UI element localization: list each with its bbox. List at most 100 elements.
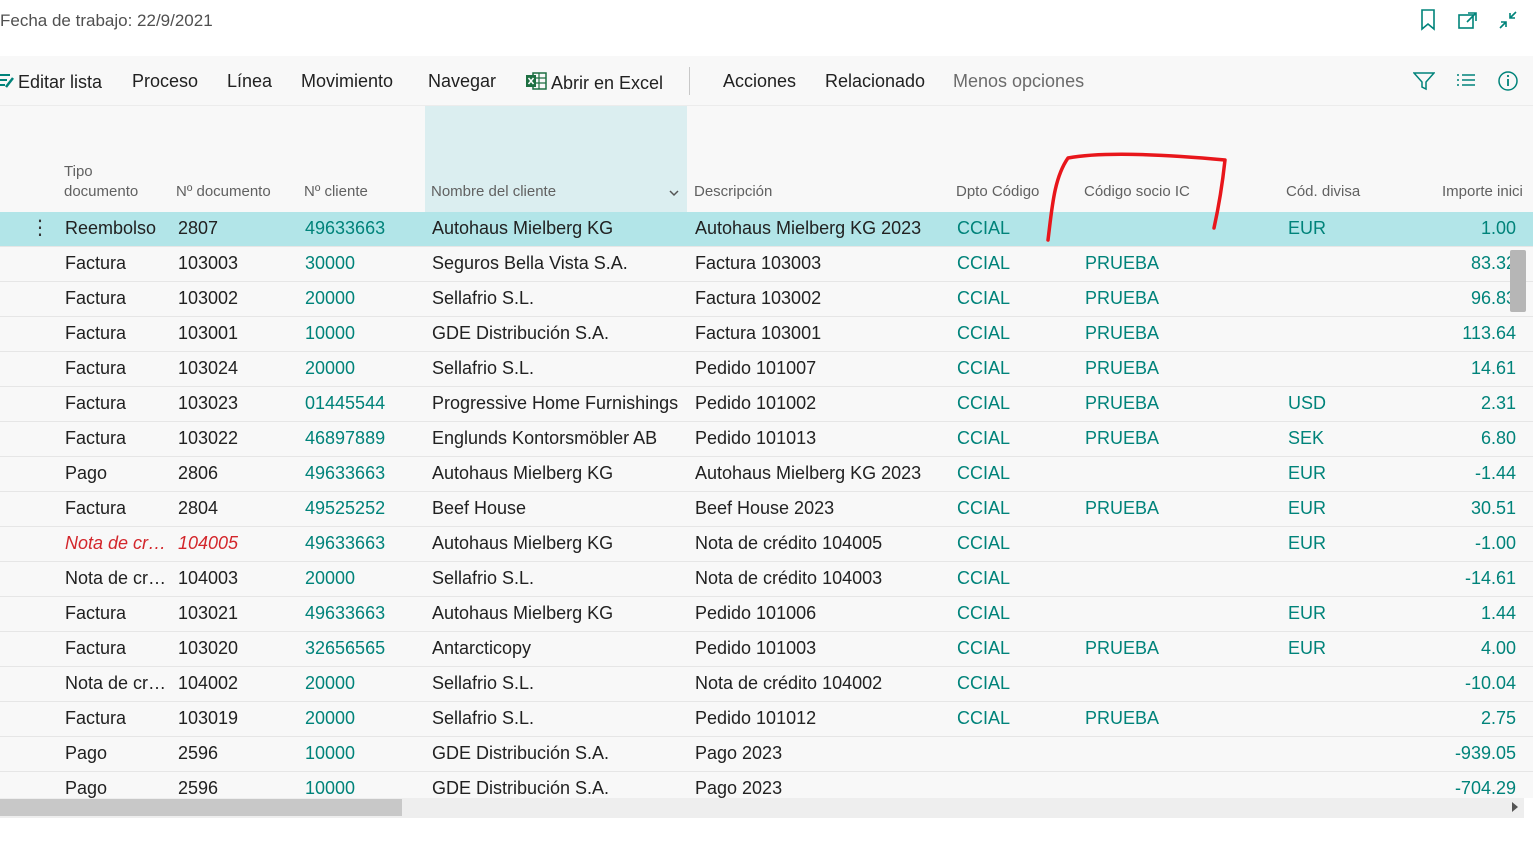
- cell-n-cliente-link[interactable]: 10000: [305, 743, 355, 764]
- table-row[interactable]: Factura 103002 20000 Sellafrio S.L. Factura …: [0, 282, 1533, 317]
- edit-list-button[interactable]: Editar lista: [0, 71, 102, 94]
- cell-dpto-codigo-link[interactable]: CCIAL: [957, 568, 1010, 589]
- cell-n-cliente-link[interactable]: 49633663: [305, 218, 385, 239]
- cell-n-cliente-link[interactable]: 49633663: [305, 533, 385, 554]
- cell-dpto-codigo-link[interactable]: CCIAL: [957, 218, 1010, 239]
- cell-n-cliente-link[interactable]: 20000: [305, 673, 355, 694]
- column-header-descripcion[interactable]: Descripción: [694, 182, 772, 202]
- cell-importe-inicial-link[interactable]: 14.61: [1400, 358, 1516, 379]
- cell-importe-inicial-link[interactable]: -1.00: [1400, 533, 1516, 554]
- table-row[interactable]: Nota de crédito 104002 20000 Sellafrio S.L.…: [0, 667, 1533, 702]
- open-in-excel-button[interactable]: Abrir en Excel: [526, 71, 663, 96]
- cell-importe-inicial-link[interactable]: 1.44: [1400, 603, 1516, 624]
- cell-n-cliente-link[interactable]: 20000: [305, 358, 355, 379]
- column-header-dpto-codigo[interactable]: Dpto Código: [956, 182, 1039, 202]
- cell-codigo-socio-ic-link[interactable]: PRUEBA: [1085, 498, 1159, 519]
- table-row[interactable]: Factura 103023 01445544 Progressive Home Fu…: [0, 387, 1533, 422]
- actions-menu[interactable]: Acciones: [723, 71, 796, 92]
- table-row[interactable]: ⋮ Reembolso 2807 49633663 Autohaus Mielberg …: [0, 212, 1533, 247]
- cell-codigo-socio-ic-link[interactable]: PRUEBA: [1085, 288, 1159, 309]
- collapse-icon[interactable]: [1497, 8, 1519, 32]
- cell-importe-inicial-link[interactable]: 83.32: [1400, 253, 1516, 274]
- column-header-codigo-socio-ic[interactable]: Código socio IC: [1084, 182, 1190, 202]
- column-header-tipo-documento[interactable]: Tipo documento: [64, 162, 138, 202]
- cell-cod-divisa-link[interactable]: SEK: [1288, 428, 1324, 449]
- table-row[interactable]: Pago 2596 10000 GDE Distribución S.A. Pago 2…: [0, 737, 1533, 772]
- info-icon[interactable]: [1497, 69, 1519, 93]
- less-options-button[interactable]: Menos opciones: [953, 71, 1084, 92]
- table-row[interactable]: Factura 103021 49633663 Autohaus Mielberg K…: [0, 597, 1533, 632]
- table-row[interactable]: Nota de crédito 104005 49633663 Autohaus Mi…: [0, 527, 1533, 562]
- cell-n-cliente-link[interactable]: 20000: [305, 568, 355, 589]
- cell-codigo-socio-ic-link[interactable]: PRUEBA: [1085, 323, 1159, 344]
- table-row[interactable]: Factura 103019 20000 Sellafrio S.L. Pedido 1…: [0, 702, 1533, 737]
- cell-cod-divisa-link[interactable]: EUR: [1288, 603, 1326, 624]
- line-menu[interactable]: Línea: [227, 71, 272, 92]
- cell-dpto-codigo-link[interactable]: CCIAL: [957, 253, 1010, 274]
- table-row[interactable]: Nota de crédito 104003 20000 Sellafrio S.L.…: [0, 562, 1533, 597]
- cell-dpto-codigo-link[interactable]: CCIAL: [957, 393, 1010, 414]
- cell-dpto-codigo-link[interactable]: CCIAL: [957, 463, 1010, 484]
- cell-importe-inicial-link[interactable]: 2.75: [1400, 708, 1516, 729]
- bookmark-icon[interactable]: [1417, 8, 1439, 32]
- navigate-menu[interactable]: Navegar: [428, 71, 496, 92]
- table-row[interactable]: Factura 103020 32656565 Antarcticopy Pedido …: [0, 632, 1533, 667]
- process-menu[interactable]: Proceso: [132, 71, 198, 92]
- related-menu[interactable]: Relacionado: [825, 71, 925, 92]
- cell-importe-inicial-link[interactable]: 4.00: [1400, 638, 1516, 659]
- cell-dpto-codigo-link[interactable]: CCIAL: [957, 498, 1010, 519]
- cell-codigo-socio-ic-link[interactable]: PRUEBA: [1085, 393, 1159, 414]
- table-row[interactable]: Factura 2804 49525252 Beef House Beef House …: [0, 492, 1533, 527]
- list-view-icon[interactable]: [1455, 69, 1477, 93]
- cell-importe-inicial-link[interactable]: -939.05: [1400, 743, 1516, 764]
- cell-n-cliente-link[interactable]: 49525252: [305, 498, 385, 519]
- cell-importe-inicial-link[interactable]: 6.80: [1400, 428, 1516, 449]
- cell-n-cliente-link[interactable]: 20000: [305, 708, 355, 729]
- cell-cod-divisa-link[interactable]: EUR: [1288, 218, 1326, 239]
- cell-importe-inicial-link[interactable]: 2.31: [1400, 393, 1516, 414]
- cell-n-cliente-link[interactable]: 30000: [305, 253, 355, 274]
- column-header-importe-inicial[interactable]: Importe inici: [1442, 182, 1523, 202]
- cell-cod-divisa-link[interactable]: USD: [1288, 393, 1326, 414]
- cell-dpto-codigo-link[interactable]: CCIAL: [957, 603, 1010, 624]
- more-options-icon[interactable]: ⋮: [30, 215, 50, 240]
- cell-dpto-codigo-link[interactable]: CCIAL: [957, 533, 1010, 554]
- cell-cod-divisa-link[interactable]: EUR: [1288, 463, 1326, 484]
- cell-n-cliente-link[interactable]: 49633663: [305, 463, 385, 484]
- cell-dpto-codigo-link[interactable]: CCIAL: [957, 638, 1010, 659]
- cell-importe-inicial-link[interactable]: 96.83: [1400, 288, 1516, 309]
- cell-codigo-socio-ic-link[interactable]: PRUEBA: [1085, 253, 1159, 274]
- cell-n-cliente-link[interactable]: 01445544: [305, 393, 385, 414]
- column-header-nombre-cliente[interactable]: Nombre del cliente: [431, 182, 556, 202]
- cell-dpto-codigo-link[interactable]: CCIAL: [957, 673, 1010, 694]
- column-header-n-cliente[interactable]: Nº cliente: [304, 182, 368, 202]
- cell-dpto-codigo-link[interactable]: CCIAL: [957, 708, 1010, 729]
- cell-n-cliente-link[interactable]: 32656565: [305, 638, 385, 659]
- cell-dpto-codigo-link[interactable]: CCIAL: [957, 358, 1010, 379]
- cell-importe-inicial-link[interactable]: 1.00: [1400, 218, 1516, 239]
- table-row[interactable]: Pago 2596 10000 GDE Distribución S.A. Pago 2…: [0, 772, 1533, 798]
- table-row[interactable]: Factura 103024 20000 Sellafrio S.L. Pedido 1…: [0, 352, 1533, 387]
- cell-importe-inicial-link[interactable]: -10.04: [1400, 673, 1516, 694]
- cell-n-cliente-link[interactable]: 10000: [305, 778, 355, 798]
- scroll-right-arrow-icon[interactable]: [1512, 802, 1518, 812]
- column-header-cod-divisa[interactable]: Cód. divisa: [1286, 182, 1360, 202]
- cell-codigo-socio-ic-link[interactable]: PRUEBA: [1085, 708, 1159, 729]
- cell-n-cliente-link[interactable]: 46897889: [305, 428, 385, 449]
- cell-n-cliente-link[interactable]: 10000: [305, 323, 355, 344]
- horizontal-scrollbar-thumb[interactable]: [0, 799, 402, 816]
- chevron-down-icon[interactable]: [668, 186, 680, 198]
- table-row[interactable]: Factura 103022 46897889 Englunds Kontorsmöb…: [0, 422, 1533, 457]
- cell-codigo-socio-ic-link[interactable]: PRUEBA: [1085, 428, 1159, 449]
- vertical-scrollbar[interactable]: [1510, 250, 1526, 312]
- cell-dpto-codigo-link[interactable]: CCIAL: [957, 288, 1010, 309]
- open-new-window-icon[interactable]: [1457, 8, 1479, 32]
- movement-menu[interactable]: Movimiento: [301, 71, 393, 92]
- filter-icon[interactable]: [1413, 69, 1435, 93]
- cell-codigo-socio-ic-link[interactable]: PRUEBA: [1085, 358, 1159, 379]
- cell-cod-divisa-link[interactable]: EUR: [1288, 533, 1326, 554]
- cell-importe-inicial-link[interactable]: -704.29: [1400, 778, 1516, 798]
- cell-importe-inicial-link[interactable]: -1.44: [1400, 463, 1516, 484]
- table-row[interactable]: Factura 103001 10000 GDE Distribución S.A. F…: [0, 317, 1533, 352]
- column-header-n-documento[interactable]: Nº documento: [176, 182, 271, 202]
